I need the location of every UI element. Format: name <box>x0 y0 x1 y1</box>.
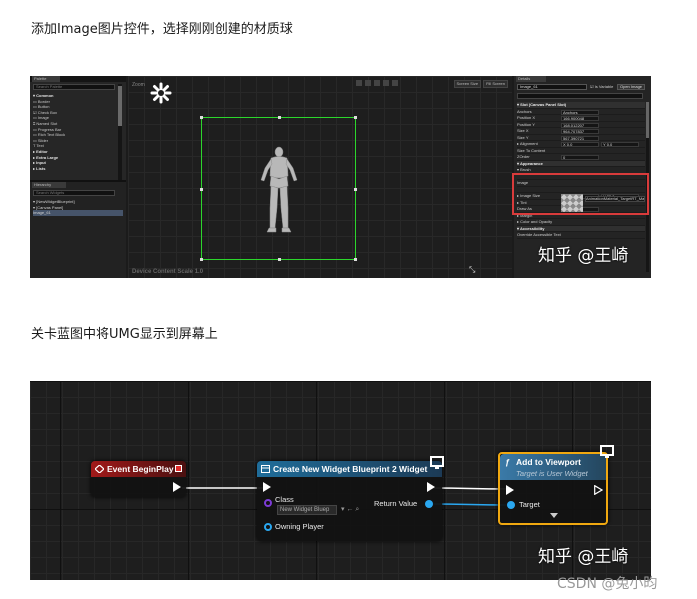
mannequin-render <box>260 146 298 233</box>
return-value-label: Return Value <box>374 499 418 508</box>
owning-player-pin[interactable] <box>264 523 272 531</box>
details-value-field[interactable]: 964.707837 <box>561 129 599 134</box>
palette-scrollbar[interactable] <box>118 84 122 184</box>
expand-arrow-icon[interactable] <box>550 513 558 518</box>
details-row-label: ZOrder <box>517 154 530 159</box>
details-value-field[interactable]: Anchors <box>561 109 599 115</box>
palette-search-input[interactable]: Search Palette <box>33 84 115 90</box>
details-row-label: Size To Content <box>517 147 546 153</box>
exec-in-pin[interactable] <box>263 482 271 492</box>
details-row-label: ▾ Appearance <box>517 160 543 166</box>
add-to-viewport-header: ƒ Add to Viewport Target is User Widget <box>500 454 606 480</box>
tab-hierarchy[interactable]: Hierarchy <box>32 182 66 188</box>
dpi-scale-label: Device Content Scale 1.0 <box>132 269 204 275</box>
zhihu-watermark: 知乎 @王崎 <box>538 547 629 567</box>
details-row-label: ▾ Slot (Canvas Panel Slot) <box>517 102 567 107</box>
open-image-button[interactable]: Open Image <box>617 84 646 90</box>
caption-add-image: 添加Image图片控件，选择刚刚创建的材质球 <box>31 22 293 37</box>
add-to-viewport-title: Add to Viewport <box>516 457 582 467</box>
is-variable-checkbox[interactable]: ☑ Is Variable <box>590 84 613 89</box>
event-beginplay-title: Event BeginPlay <box>107 464 174 474</box>
details-rows: ▾ Slot (Canvas Panel Slot) Anchors Anchor… <box>517 102 645 239</box>
zhihu-watermark: 知乎 @王崎 <box>538 246 629 266</box>
asterisk-icon <box>150 82 172 104</box>
material-thumbnail[interactable] <box>561 194 583 212</box>
widget-icon <box>261 465 270 473</box>
viewport-tool-icons <box>356 80 398 86</box>
hierarchy-list: ▾ [NewWidgetBlueprint] ▾ [Canvas Panel] … <box>33 199 123 216</box>
event-icon <box>95 465 104 473</box>
exec-in-pin[interactable] <box>506 485 514 495</box>
fill-screen-button[interactable]: Fill Screen <box>483 80 508 88</box>
class-controls[interactable]: ▾ ← ⌕ <box>341 505 359 514</box>
designer-viewport[interactable]: Zoom Screen Size Fill Screen Device Cont… <box>128 76 512 278</box>
create-widget-node[interactable]: Create New Widget Blueprint 2 Widget Cla… <box>257 461 442 541</box>
hierarchy-item[interactable]: Image_61 <box>33 210 123 216</box>
exec-out-pin[interactable] <box>173 482 181 492</box>
details-row-label: Position X <box>517 115 536 120</box>
tab-details[interactable]: Details <box>516 76 546 82</box>
details-row-label: ▾ Accessibility <box>517 225 545 231</box>
details-value-field[interactable]: 168.012207 <box>561 122 599 128</box>
details-row-label: Override Accessible Text <box>517 232 561 237</box>
add-to-viewport-subtitle: Target is User Widget <box>516 469 588 478</box>
palette-item[interactable]: ▸ Lists <box>33 166 117 172</box>
details-row[interactable]: Override Accessible Text <box>517 232 645 239</box>
details-row-label: Size Y <box>517 134 529 140</box>
hierarchy-search-input[interactable]: Search Widgets <box>33 190 115 196</box>
exec-out-pin[interactable] <box>427 482 435 492</box>
resize-handle-icon[interactable]: ⤡ <box>469 265 475 275</box>
brush-asset-field[interactable]: AnimationMaterial_TargetRT_Mat <box>585 196 645 202</box>
csdn-watermark: CSDN @兔小昀 <box>557 576 658 592</box>
monitor-icon <box>600 445 614 458</box>
palette-panel: Palette Search Palette ▾ Common ▭ Border… <box>30 76 126 278</box>
details-row-label: ▾ Brush <box>517 167 531 172</box>
details-row-label: ▸ Alignment <box>517 141 538 146</box>
caption-level-blueprint: 关卡蓝图中将UMG显示到屏幕上 <box>31 327 218 342</box>
event-beginplay-node[interactable]: Event BeginPlay <box>91 461 186 497</box>
create-widget-title: Create New Widget Blueprint 2 Widget <box>273 464 428 474</box>
details-row-label: Position Y <box>517 121 535 127</box>
details-value-field[interactable]: Y 0.0 <box>601 142 639 147</box>
target-label: Target <box>519 500 540 509</box>
details-row-label: Anchors <box>517 108 532 114</box>
screen-size-button[interactable]: Screen Size <box>453 80 482 88</box>
function-icon: ƒ <box>505 457 510 467</box>
add-to-viewport-node[interactable]: ƒ Add to Viewport Target is User Widget … <box>498 452 608 525</box>
target-pin[interactable] <box>507 501 515 509</box>
hierarchy-panel: Hierarchy Search Widgets ▾ [NewWidgetBlu… <box>30 180 126 278</box>
tab-palette[interactable]: Palette <box>32 76 60 82</box>
viewport-toolbar: Screen Size Fill Screen <box>453 80 508 88</box>
details-search-input[interactable] <box>517 93 643 99</box>
details-row-label: Size X <box>517 128 529 133</box>
event-beginplay-header: Event BeginPlay <box>91 461 186 477</box>
class-select[interactable]: New Widget Bluep <box>277 505 337 515</box>
details-row-label: ▸ Color and Opacity <box>517 219 553 224</box>
delegate-pin[interactable] <box>175 465 182 472</box>
create-widget-header: Create New Widget Blueprint 2 Widget <box>257 461 442 477</box>
details-value-field[interactable]: X 0.0 <box>561 142 599 147</box>
class-label: Class <box>275 495 294 504</box>
class-pin[interactable] <box>264 499 272 507</box>
palette-list: ▾ Common ▭ Border ▭ Button ☑ Check Box ▭… <box>33 93 117 171</box>
owning-player-label: Owning Player <box>275 522 324 531</box>
exec-out-hollow-icon <box>594 485 603 495</box>
details-value-field[interactable]: 0 <box>561 155 599 160</box>
details-value-field[interactable]: 166.900048 <box>561 116 599 121</box>
monitor-icon <box>430 456 444 469</box>
zoom-label: Zoom <box>132 82 145 88</box>
return-value-pin[interactable] <box>425 500 433 508</box>
widget-name-field[interactable]: Image_61 <box>517 84 587 90</box>
details-value-field[interactable]: 567.390721 <box>561 135 599 141</box>
